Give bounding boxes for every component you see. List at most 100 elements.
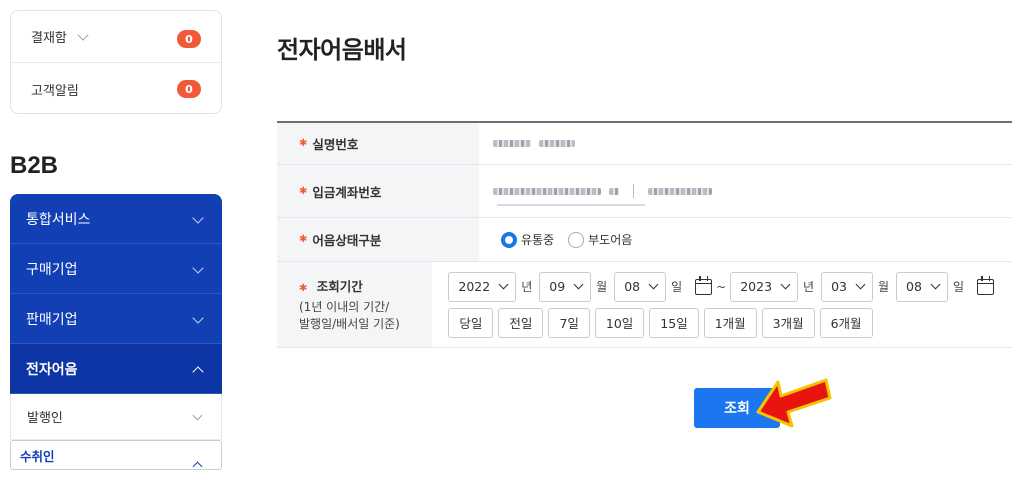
masked-text <box>539 140 575 147</box>
period-label-main: ✱ 조회기간 <box>299 276 363 295</box>
approval-inbox-row[interactable]: 결재함 0 <box>11 11 221 63</box>
id-number-value <box>479 123 1012 164</box>
approval-count-badge: 0 <box>177 30 201 48</box>
sidebar-item-electronic-bill[interactable]: 전자어음 <box>10 344 222 394</box>
customer-alert-count-badge: 0 <box>177 80 201 98</box>
chevron-down-icon <box>192 410 203 421</box>
field-label: ✱ 입금계좌번호 <box>277 165 479 217</box>
field-label: ✱ 어음상태구분 <box>277 218 479 261</box>
unit-label: 월 <box>596 280 608 294</box>
masked-text <box>648 187 712 195</box>
period-hint-line2: 발행일/배서일 기준) <box>299 317 400 331</box>
masked-text <box>493 140 531 147</box>
chevron-up-icon <box>192 461 203 472</box>
date-range: 2022 년 09 월 08 일 ~ 2023 년 03 월 08 일 <box>448 271 998 302</box>
unit-label: 월 <box>878 280 890 294</box>
required-icon: ✱ <box>299 185 308 197</box>
period-hint: (1년 이내의 기간/ 발행일/배서일 기준) <box>299 299 400 333</box>
chevron-up-icon <box>192 366 204 378</box>
state-label: 어음상태구분 <box>312 233 382 248</box>
select-value: 08 <box>624 279 641 294</box>
chevron-down-icon <box>780 279 791 290</box>
select-value: 08 <box>906 279 922 294</box>
range-6months-button[interactable]: 6개월 <box>819 307 873 338</box>
customer-alert-label: 고객알림 <box>31 83 79 99</box>
end-day-select[interactable]: 08 <box>896 271 948 302</box>
masked-text <box>493 187 601 195</box>
range-today-button[interactable]: 당일 <box>448 307 494 338</box>
account-select[interactable] <box>479 165 1012 217</box>
radio-label: 부도어음 <box>588 233 633 247</box>
period-label: 조회기간 <box>316 279 363 294</box>
masked-text <box>609 187 619 195</box>
range-yesterday-button[interactable]: 전일 <box>498 307 544 338</box>
range-1month-button[interactable]: 1개월 <box>703 307 757 338</box>
chevron-down-icon <box>192 262 204 274</box>
chevron-down-icon[interactable] <box>77 28 89 41</box>
section-title: B2B <box>10 152 59 179</box>
account-underline <box>497 204 645 206</box>
radio-label: 유통중 <box>521 233 555 247</box>
select-value: 09 <box>549 279 566 294</box>
sidebar-item-label: 판매기업 <box>26 311 78 328</box>
end-year-select[interactable]: 2023 <box>730 271 799 302</box>
search-form: ✱ 실명번호 ✱ 입금계좌번호 ✱ 어음상태구분 유통중 부도어음 ✱ 조회기간… <box>277 121 1012 348</box>
quick-range-buttons: 당일 전일 7일 10일 15일 1개월 3개월 6개월 <box>448 307 877 338</box>
required-icon: ✱ <box>299 234 308 245</box>
start-month-select[interactable]: 09 <box>539 271 592 302</box>
sidebar-item-buyer[interactable]: 구매기업 <box>10 244 222 294</box>
range-7days-button[interactable]: 7일 <box>548 307 590 338</box>
unit-label: 년 <box>521 280 533 294</box>
calendar-icon[interactable] <box>977 275 994 295</box>
calendar-icon[interactable] <box>695 275 713 295</box>
customer-alert-row[interactable]: 고객알림 0 <box>11 63 221 115</box>
select-value: 2023 <box>740 279 773 294</box>
select-value: 2022 <box>458 279 491 294</box>
sidebar-item-seller[interactable]: 판매기업 <box>10 294 222 344</box>
radio-unchecked-icon[interactable] <box>568 231 585 248</box>
divider <box>633 184 634 198</box>
start-day-select[interactable]: 08 <box>614 271 667 302</box>
required-icon: ✱ <box>299 138 308 149</box>
chevron-down-icon <box>192 212 204 224</box>
sidebar-item-integrated-service[interactable]: 통합서비스 <box>10 194 222 244</box>
subnav-item-issuer[interactable]: 발행인 <box>10 394 222 440</box>
approval-inbox-label: 결재함 <box>31 31 67 46</box>
range-separator: ~ <box>716 279 727 294</box>
period-hint-line1: (1년 이내의 기간/ <box>299 300 390 314</box>
radio-circulating[interactable]: 유통중 <box>501 231 554 248</box>
radio-checked-icon[interactable] <box>501 231 517 248</box>
start-year-select[interactable]: 2022 <box>448 271 517 302</box>
state-radio-group: 유통중 부도어음 <box>479 218 1012 261</box>
form-row-period: ✱ 조회기간 (1년 이내의 기간/ 발행일/배서일 기준) 2022 년 09… <box>277 262 1012 348</box>
account-label: 입금계좌번호 <box>312 184 382 200</box>
chevron-down-icon <box>498 279 509 290</box>
form-row-state: ✱ 어음상태구분 유통중 부도어음 <box>277 218 1012 262</box>
field-label: ✱ 조회기간 (1년 이내의 기간/ 발행일/배서일 기준) <box>277 262 433 347</box>
range-10days-button[interactable]: 10일 <box>594 307 645 338</box>
chevron-down-icon <box>855 279 866 290</box>
chevron-down-icon <box>648 279 659 290</box>
unit-label: 일 <box>671 280 683 294</box>
range-3months-button[interactable]: 3개월 <box>761 307 815 338</box>
end-month-select[interactable]: 03 <box>821 271 873 302</box>
form-row-id-number: ✱ 실명번호 <box>277 123 1012 165</box>
chevron-down-icon <box>573 279 584 290</box>
chevron-down-icon <box>192 312 204 324</box>
sidebar-item-label: 전자어음 <box>26 361 78 378</box>
sidebar-item-label: 통합서비스 <box>26 211 91 228</box>
radio-dishonored[interactable]: 부도어음 <box>568 231 632 248</box>
page-title: 전자어음배서 <box>277 36 407 64</box>
unit-label: 년 <box>803 280 815 294</box>
subnav-item-recipient[interactable]: 수취인 <box>10 440 222 472</box>
form-row-account: ✱ 입금계좌번호 <box>277 165 1012 218</box>
subnav-item-label: 발행인 <box>27 411 63 426</box>
subnav-item-label: 수취인 <box>20 448 55 464</box>
sidebar-nav: 통합서비스 구매기업 판매기업 전자어음 발행인 수취인 <box>10 194 222 472</box>
sidebar-item-label: 구매기업 <box>26 261 78 278</box>
field-label: ✱ 실명번호 <box>277 123 479 164</box>
required-icon: ✱ <box>299 283 308 294</box>
pointer-arrow-icon <box>756 378 832 428</box>
range-15days-button[interactable]: 15일 <box>649 307 699 338</box>
unit-label: 일 <box>952 280 964 294</box>
